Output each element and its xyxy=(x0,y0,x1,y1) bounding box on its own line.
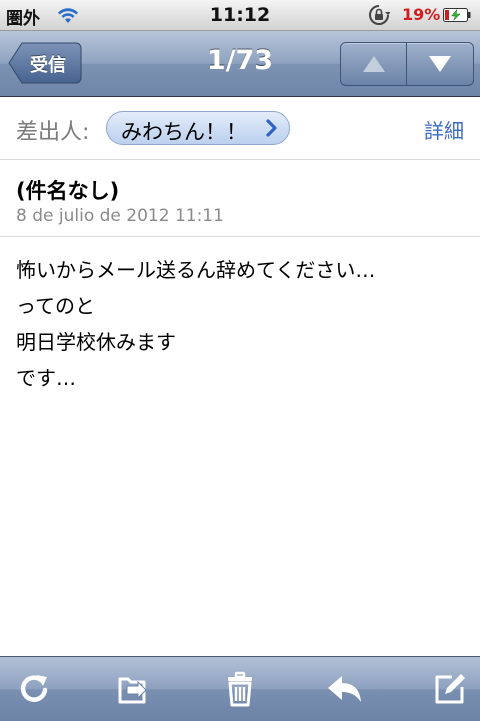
refresh-button[interactable] xyxy=(14,669,54,709)
chevron-right-icon xyxy=(266,119,277,137)
refresh-icon xyxy=(20,675,48,702)
sender-chip[interactable]: みわちん！！ xyxy=(106,111,290,145)
body-line: ってのと xyxy=(16,294,95,318)
status-bar: 圏外 11:12 19% xyxy=(0,0,480,31)
body-line: 明日学校休みます xyxy=(16,330,176,354)
trash-icon xyxy=(228,671,252,707)
previous-message-button[interactable] xyxy=(341,43,407,85)
back-button-inbox[interactable]: 受信 xyxy=(8,42,82,84)
delete-button[interactable] xyxy=(220,669,260,709)
body-line: です… xyxy=(16,366,76,390)
rotation-lock-icon xyxy=(369,5,390,25)
subject-block: (件名なし) 8 de julio de 2012 11:11 xyxy=(0,160,480,237)
sender-name: みわちん！！ xyxy=(121,120,247,144)
battery-charging-icon xyxy=(443,8,471,22)
message-subject: (件名なし) xyxy=(16,179,120,203)
back-button-label: 受信 xyxy=(30,55,66,76)
reply-button[interactable] xyxy=(324,669,364,709)
battery-percent: 19% xyxy=(402,5,441,24)
details-link[interactable]: 詳細 xyxy=(424,115,464,144)
from-label: 差出人: xyxy=(16,120,90,145)
move-button[interactable] xyxy=(114,669,154,709)
navigation-bar: 受信 1/73 xyxy=(0,31,480,97)
compose-icon xyxy=(435,674,465,704)
move-folder-icon xyxy=(118,677,147,704)
reply-icon xyxy=(328,676,361,702)
from-row: 差出人: みわちん！！ 詳細 xyxy=(0,97,480,160)
message-position-title: 1/73 xyxy=(206,45,274,76)
message-navigation-control xyxy=(340,42,474,86)
up-arrow-icon xyxy=(363,56,385,72)
body-line: 怖いからメール送るん辞めてください… xyxy=(16,258,376,282)
next-message-button[interactable] xyxy=(407,43,472,85)
down-arrow-icon xyxy=(429,56,451,72)
message-date: 8 de julio de 2012 11:11 xyxy=(16,206,224,226)
compose-button[interactable] xyxy=(430,669,470,709)
bottom-toolbar xyxy=(0,656,480,721)
message-body: 怖いからメール送るん辞めてください… ってのと 明日学校休みます です… xyxy=(16,252,466,396)
